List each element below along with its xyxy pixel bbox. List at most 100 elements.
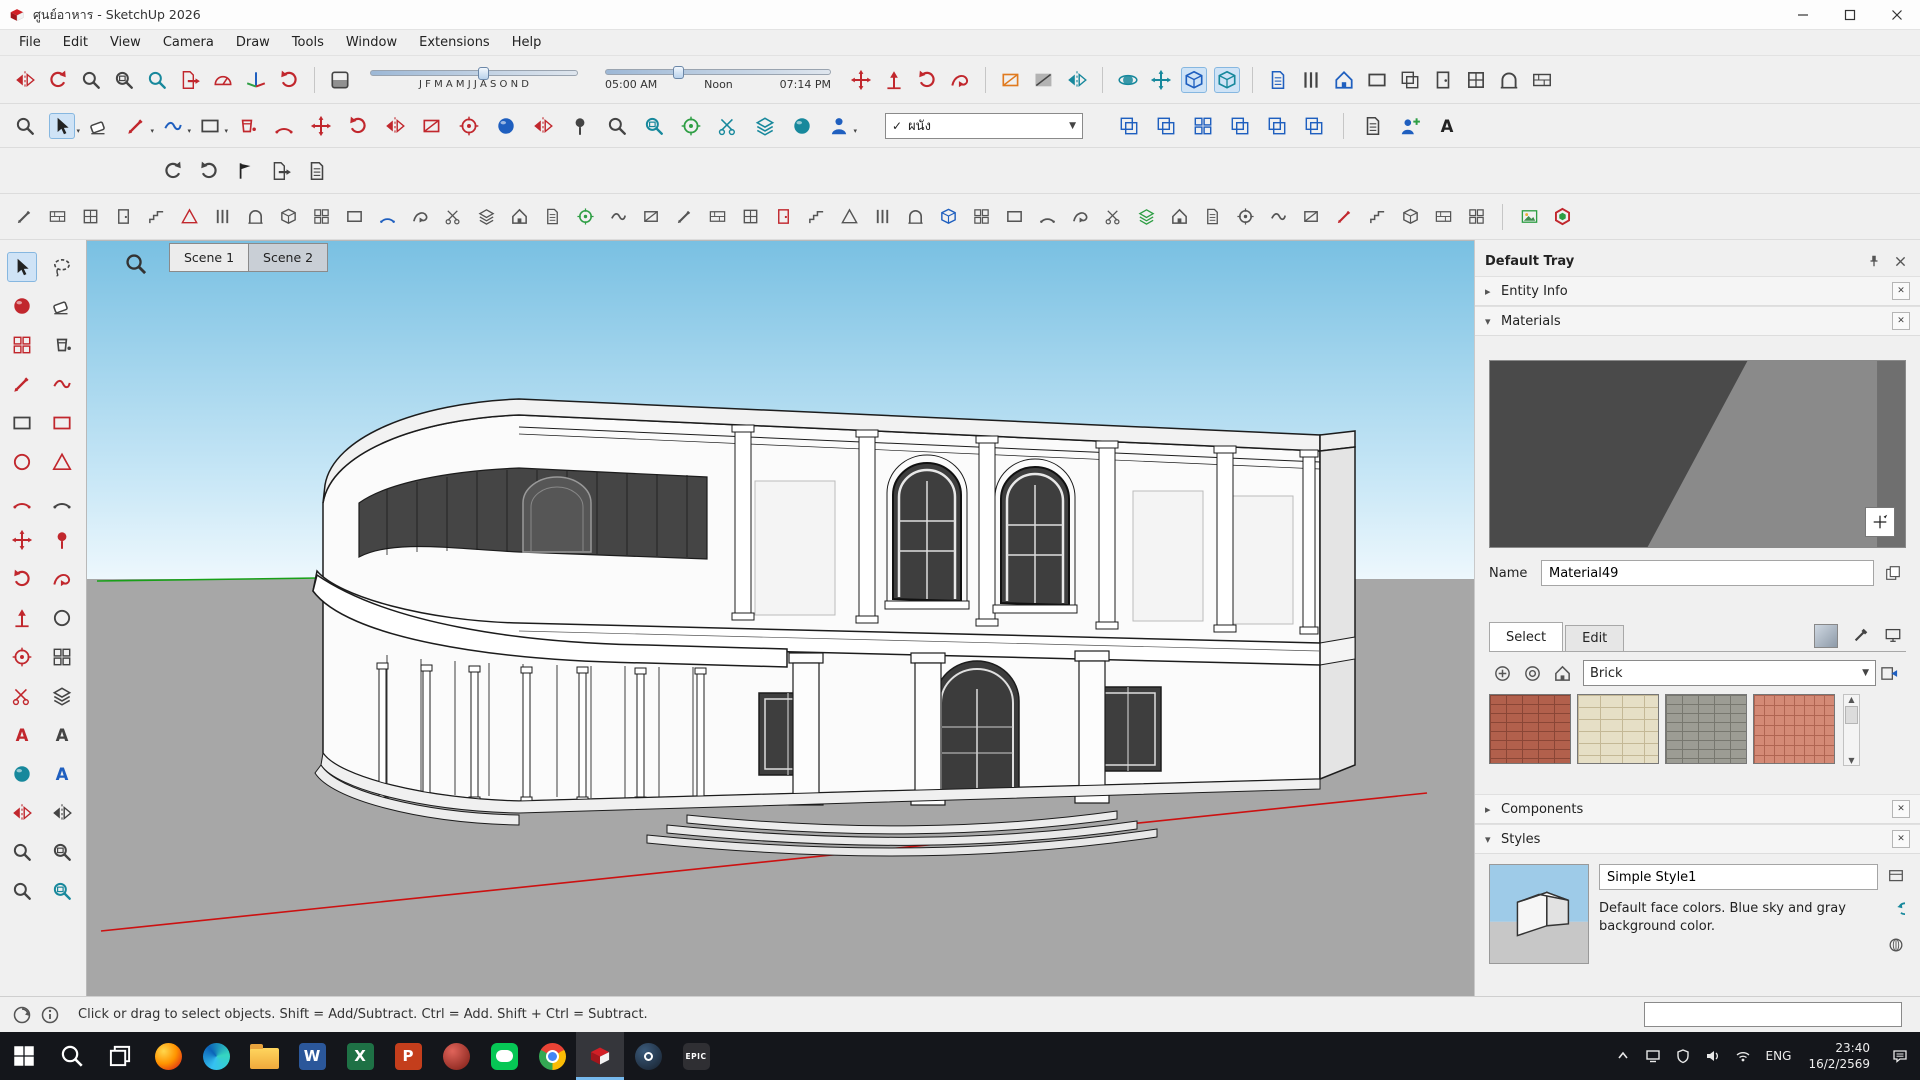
dropdown-arrow-icon[interactable]: ▾ bbox=[224, 127, 228, 135]
rectangle-tool-icon[interactable] bbox=[7, 408, 37, 438]
ext-tool-06[interactable] bbox=[177, 205, 201, 229]
hidden-icons-chevron[interactable] bbox=[1608, 1032, 1638, 1080]
ext-tool-35[interactable] bbox=[1134, 205, 1158, 229]
ext-tool-05[interactable] bbox=[144, 205, 168, 229]
paint-bucket-icon[interactable] bbox=[234, 113, 260, 139]
ext-tool-08[interactable] bbox=[243, 205, 267, 229]
ext-tool-30[interactable] bbox=[969, 205, 993, 229]
material-swatch-brick-pink-herringbone[interactable] bbox=[1753, 694, 1835, 764]
epic-games-icon[interactable]: EPIC bbox=[672, 1032, 720, 1080]
details-icon[interactable] bbox=[1880, 622, 1906, 648]
image-tool-icon[interactable] bbox=[1517, 205, 1541, 229]
sketchup-taskbar-icon[interactable] bbox=[576, 1032, 624, 1080]
menu-camera[interactable]: Camera bbox=[152, 30, 225, 56]
measurements-input[interactable] bbox=[1644, 1002, 1902, 1027]
set-default-material-icon[interactable] bbox=[1519, 660, 1545, 686]
copy-array-icon[interactable] bbox=[1116, 113, 1142, 139]
time-slider-handle[interactable] bbox=[673, 66, 684, 79]
style-update-icon[interactable] bbox=[1883, 932, 1909, 958]
pin-tool-icon[interactable] bbox=[567, 113, 593, 139]
component-grid-icon[interactable] bbox=[7, 330, 37, 360]
shadows-toggle-icon[interactable] bbox=[327, 67, 353, 93]
paint-sphere-icon[interactable] bbox=[493, 113, 519, 139]
ext-tool-02[interactable] bbox=[45, 205, 69, 229]
zoom-clean-icon[interactable] bbox=[641, 113, 667, 139]
mirror-tool-icon[interactable] bbox=[530, 113, 556, 139]
ext-tool-22[interactable] bbox=[705, 205, 729, 229]
dimension-tool-icon[interactable] bbox=[47, 642, 77, 672]
section-plane-icon[interactable] bbox=[998, 67, 1024, 93]
menu-tools[interactable]: Tools bbox=[281, 30, 335, 56]
ext-tool-21[interactable] bbox=[672, 205, 696, 229]
ext-tool-31[interactable] bbox=[1002, 205, 1026, 229]
volume-icon[interactable] bbox=[1698, 1032, 1728, 1080]
two-point-arc-icon[interactable] bbox=[47, 486, 77, 516]
scissors-tool-icon[interactable] bbox=[7, 681, 37, 711]
zoom-extents-icon[interactable] bbox=[144, 67, 170, 93]
dropdown-arrow-icon[interactable]: ▾ bbox=[76, 127, 80, 135]
ext-tool-20[interactable] bbox=[639, 205, 663, 229]
arc-tool-icon[interactable] bbox=[271, 113, 297, 139]
globe-tool-icon[interactable] bbox=[7, 759, 37, 789]
minimize-button[interactable] bbox=[1779, 0, 1826, 30]
stack-copy-icon[interactable] bbox=[1301, 113, 1327, 139]
ext-tool-18[interactable] bbox=[573, 205, 597, 229]
arc-tool-icon[interactable] bbox=[7, 486, 37, 516]
eyedropper-icon[interactable] bbox=[1848, 622, 1874, 648]
panel-styles[interactable]: ▾ Styles ✕ bbox=[1475, 824, 1920, 854]
ext-tool-39[interactable] bbox=[1266, 205, 1290, 229]
style-details-icon[interactable] bbox=[1883, 864, 1909, 890]
paint-sphere-icon[interactable] bbox=[7, 291, 37, 321]
lasso-tool-icon[interactable] bbox=[47, 252, 77, 282]
scroll-up-icon[interactable]: ▲ bbox=[1848, 695, 1854, 704]
rotate-tool-icon[interactable] bbox=[345, 113, 371, 139]
layers-tool-icon[interactable] bbox=[47, 681, 77, 711]
material-swatch-stone-cream-block[interactable] bbox=[1577, 694, 1659, 764]
tape-measure-icon[interactable] bbox=[7, 642, 37, 672]
orbit-sphere-icon[interactable] bbox=[789, 113, 815, 139]
freehand-tool-icon[interactable]: ▾ bbox=[160, 113, 186, 139]
undo-icon[interactable] bbox=[160, 158, 186, 184]
ext-tool-04[interactable] bbox=[111, 205, 135, 229]
follow-me-icon[interactable] bbox=[47, 564, 77, 594]
ext-tool-09[interactable] bbox=[276, 205, 300, 229]
circle-tool-icon[interactable] bbox=[7, 447, 37, 477]
section-display-icon[interactable] bbox=[1064, 67, 1090, 93]
material-category-combo[interactable]: Brick ▼ bbox=[1583, 660, 1876, 686]
redo-icon[interactable] bbox=[196, 158, 222, 184]
ext-tool-41[interactable] bbox=[1332, 205, 1356, 229]
flip-tool-icon[interactable] bbox=[382, 113, 408, 139]
viewport-search-icon[interactable] bbox=[123, 251, 149, 277]
menu-view[interactable]: View bbox=[99, 30, 152, 56]
ext-tool-01[interactable] bbox=[12, 205, 36, 229]
export-2d-icon[interactable] bbox=[177, 67, 203, 93]
rotate-cw-icon[interactable] bbox=[914, 67, 940, 93]
ext-tool-13[interactable] bbox=[408, 205, 432, 229]
ext-tool-17[interactable] bbox=[540, 205, 564, 229]
zoom-tool-icon[interactable] bbox=[7, 837, 37, 867]
section-tool-icon[interactable] bbox=[419, 113, 445, 139]
ext-tool-19[interactable] bbox=[606, 205, 630, 229]
tab-scene-2[interactable]: Scene 2 bbox=[249, 243, 328, 272]
panel-components[interactable]: ▸ Components ✕ bbox=[1475, 794, 1920, 824]
material-swatch-brick-gray[interactable] bbox=[1665, 694, 1747, 764]
tab-select[interactable]: Select bbox=[1489, 622, 1563, 651]
plugin-hex-icon[interactable] bbox=[1550, 205, 1574, 229]
zoom-icon[interactable] bbox=[78, 67, 104, 93]
edge-icon[interactable] bbox=[192, 1032, 240, 1080]
report-doc-icon[interactable] bbox=[304, 158, 330, 184]
rotated-rectangle-icon[interactable] bbox=[47, 408, 77, 438]
flip-red-icon[interactable] bbox=[12, 67, 38, 93]
perspective-toggle-icon[interactable] bbox=[1181, 67, 1207, 93]
frame-view-icon[interactable] bbox=[1364, 67, 1390, 93]
ext-tool-32[interactable] bbox=[1035, 205, 1059, 229]
offset-tool-icon[interactable] bbox=[47, 603, 77, 633]
close-materials-button[interactable]: ✕ bbox=[1892, 312, 1910, 330]
ext-tool-40[interactable] bbox=[1299, 205, 1323, 229]
duplicate-material-icon[interactable] bbox=[1880, 560, 1906, 586]
add-person-icon[interactable] bbox=[1397, 113, 1423, 139]
ext-tool-36[interactable] bbox=[1167, 205, 1191, 229]
line-tool-icon[interactable] bbox=[7, 369, 37, 399]
tab-scene-1[interactable]: Scene 1 bbox=[169, 243, 249, 272]
model-viewport[interactable]: Scene 1 Scene 2 bbox=[86, 240, 1474, 996]
